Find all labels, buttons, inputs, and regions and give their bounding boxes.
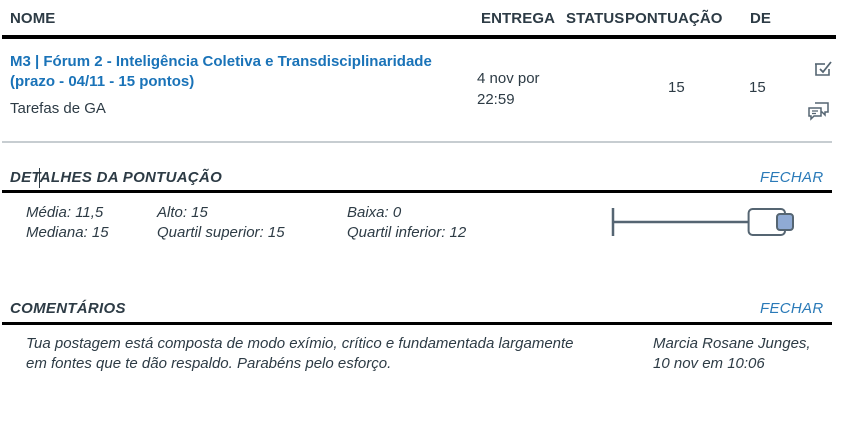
stat-high: Alto: 15 [157, 204, 208, 221]
header-status: STATUS [566, 10, 625, 27]
assignment-title-line2: (prazo - 04/11 - 15 pontos) [10, 73, 195, 90]
header-due: ENTREGA [481, 10, 556, 27]
comments-title: COMENTÁRIOS [10, 300, 126, 317]
score-details-close-link[interactable]: FECHAR [760, 169, 823, 186]
comments-icon[interactable] [807, 100, 831, 122]
rubric-check-icon[interactable] [812, 58, 834, 80]
stat-lower-quartile: Quartil inferior: 12 [347, 224, 467, 241]
header-name: NOME [10, 10, 56, 27]
comments-divider [2, 322, 832, 325]
stat-low: Baixa: 0 [347, 204, 402, 221]
comment-text: Tua postagem está composta de modo exími… [26, 334, 636, 374]
assignment-group: Tarefas de GA [10, 100, 106, 117]
assignment-score: 15 [668, 79, 685, 96]
score-details-title: DETALHES DA PONTUAÇÃO [10, 169, 223, 186]
text-cursor [39, 168, 40, 188]
comment-author: Marcia Rosane Junges, [653, 335, 811, 352]
assignment-out-of: 15 [749, 79, 766, 96]
due-line2: 22:59 [477, 91, 515, 108]
assignment-title-line1: M3 | Fórum 2 - Inteligência Coletiva e T… [10, 53, 432, 70]
assignment-title-link[interactable]: M3 | Fórum 2 - Inteligência Coletiva e T… [10, 52, 480, 92]
score-details-divider [2, 190, 832, 193]
score-boxplot [611, 208, 794, 236]
comment-text-line1: Tua postagem está composta de modo exími… [26, 335, 574, 352]
comment-date: 10 nov em 10:06 [653, 355, 765, 372]
stat-upper-quartile: Quartil superior: 15 [157, 224, 285, 241]
comment-text-line2: em fontes que te dão respaldo. Parabéns … [26, 355, 392, 372]
stat-mean: Média: 11,5 [26, 204, 104, 221]
due-line1: 4 nov por [477, 70, 540, 87]
comment-meta: Marcia Rosane Junges, 10 nov em 10:06 [653, 334, 843, 374]
header-score: PONTUAÇÃO [625, 10, 723, 27]
stat-median: Mediana: 15 [26, 224, 109, 241]
boxplot-your-score-marker [776, 213, 794, 231]
header-divider [2, 35, 836, 39]
header-out-of: DE [750, 10, 772, 27]
comments-close-link[interactable]: FECHAR [760, 300, 823, 317]
assignment-due: 4 nov por 22:59 [477, 68, 540, 110]
row-divider [2, 141, 832, 143]
